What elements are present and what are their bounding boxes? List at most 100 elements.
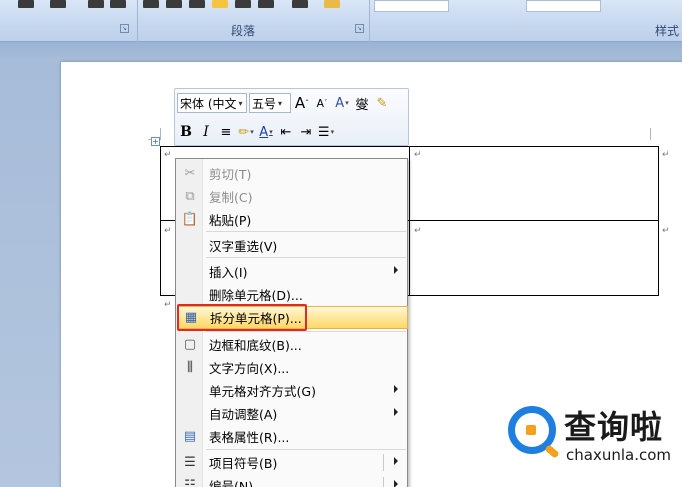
bullets-button[interactable]: ☰ ▾ [317, 122, 335, 142]
menu-separator [206, 231, 406, 232]
menu-item-text-direction[interactable]: ⫼ 文字方向(X)... [177, 356, 408, 379]
watermark: 查询啦 chaxunla.com [508, 400, 680, 470]
line-spacing-icon[interactable] [258, 0, 274, 8]
chevron-down-icon: ▾ [330, 128, 335, 136]
shading-icon[interactable] [292, 0, 308, 8]
menu-item-label: 自动调整(A) [209, 407, 278, 422]
shrink-font-button[interactable]: Aˇ [313, 93, 331, 113]
decrease-indent-icon: ⇤ [280, 124, 292, 140]
menu-separator [206, 257, 406, 258]
bold-button[interactable]: B [177, 122, 195, 142]
menu-item-borders-shading[interactable]: ▢ 边框和底纹(B)... [177, 333, 408, 356]
paste-icon: 📋 [181, 212, 199, 227]
chevron-down-icon: ▾ [250, 128, 254, 136]
style-gallery-item[interactable] [374, 0, 449, 12]
copy-icon: ⧉ [185, 189, 195, 204]
paragraph-dialog-launcher-icon[interactable]: ↘ [355, 24, 364, 33]
align-left-icon[interactable] [143, 0, 159, 8]
italic-button[interactable]: I [197, 122, 215, 142]
center-button[interactable]: ≡ [217, 122, 235, 142]
grow-font-button[interactable]: Aˆ [293, 93, 311, 113]
table-move-handle-icon[interactable]: + [151, 137, 160, 146]
mini-toolbar-row: B I ≡ ✏ ▾ A ▾ ⇤ ⇥ ☰ ▾ [177, 120, 337, 144]
menu-item-paste[interactable]: 📋 粘贴(P) [177, 208, 408, 231]
chevron-down-icon: ▾ [345, 99, 349, 107]
menu-item-cell-alignment[interactable]: 单元格对齐方式(G) [177, 379, 408, 402]
menu-item-label: 边框和底纹(B)... [209, 338, 302, 353]
chevron-down-icon: ▾ [278, 98, 283, 108]
font-size-combo[interactable]: 五号 ▾ [249, 93, 291, 113]
menu-item-numbering[interactable]: ☷ 编号(N) [177, 474, 408, 487]
format-painter-icon: ✎ [376, 95, 388, 111]
menu-item-label: 复制(C) [209, 190, 253, 205]
menu-item-cut[interactable]: ✂ 剪切(T) [177, 162, 408, 185]
font-color-icon[interactable] [18, 0, 34, 8]
menu-item-label: 粘贴(P) [209, 213, 252, 228]
paragraph-mark-icon: ↵ [662, 226, 670, 236]
styles-group-label: 样式 [655, 24, 680, 38]
ribbon: ↘ ↘ 段落 样式 [0, 0, 682, 42]
caret-up-icon: ˆ [305, 98, 310, 108]
paragraph-group-label: 段落 [231, 24, 256, 38]
empty-icon [177, 379, 203, 402]
menu-item-label: 删除单元格(D)... [209, 288, 303, 303]
menu-item-autofit[interactable]: 自动调整(A) [177, 402, 408, 425]
phonetic-icon[interactable] [88, 0, 104, 8]
style-gallery-item[interactable] [526, 0, 601, 12]
brand-logo-icon [508, 406, 556, 454]
font-name-value: 宋体 (中文 [180, 96, 237, 111]
styles-button[interactable]: A ▾ [333, 93, 351, 113]
enclosed-char-icon[interactable] [110, 0, 126, 8]
format-painter-button[interactable]: ✎ [373, 93, 391, 113]
submenu-arrow-icon [394, 457, 398, 465]
menu-item-label: 插入(I) [209, 265, 248, 280]
phonetic-guide-button[interactable]: 燮 [353, 93, 371, 113]
align-right-icon[interactable] [189, 0, 205, 8]
menu-item-label: 编号(N) [209, 479, 254, 487]
justify-icon[interactable] [212, 0, 228, 8]
distributed-icon[interactable] [235, 0, 251, 8]
chevron-down-icon: ▾ [269, 128, 273, 136]
menu-item-delete-cells[interactable]: 删除单元格(D)... [177, 283, 408, 306]
ribbon-group-separator [137, 0, 138, 42]
highlighter-icon: ✏ [238, 124, 250, 140]
ribbon-icon-row [0, 0, 360, 16]
menu-item-bullets[interactable]: ☰ 项目符号(B) [177, 451, 408, 474]
submenu-arrow-icon [394, 266, 398, 274]
watermark-brand: 查询啦 [564, 408, 664, 446]
scissors-icon: ✂ [184, 166, 196, 181]
table-properties-icon: ▤ [183, 429, 197, 444]
menu-item-table-properties[interactable]: ▤ 表格属性(R)... [177, 425, 408, 448]
numbering-icon: ☷ [184, 478, 196, 487]
increase-indent-button[interactable]: ⇥ [297, 122, 315, 142]
menu-item-insert[interactable]: 插入(I) [177, 260, 408, 283]
font-name-combo[interactable]: 宋体 (中文 ▾ [177, 93, 247, 113]
menu-separator [206, 449, 406, 450]
font-size-value: 五号 [252, 96, 277, 111]
menu-item-label: 项目符号(B) [209, 456, 278, 471]
caret-down-icon: ˇ [324, 99, 328, 107]
menu-item-label: 表格属性(R)... [209, 430, 290, 445]
paragraph-mark-icon: ↵ [164, 150, 172, 160]
margin-mark [160, 128, 161, 140]
menu-item-label: 文字方向(X)... [209, 361, 290, 376]
highlight-button[interactable]: ✏ ▾ [237, 122, 255, 142]
borders-icon: ▢ [183, 337, 197, 352]
align-center-icon[interactable] [166, 0, 182, 8]
margin-mark [650, 128, 651, 140]
paragraph-mark-icon: ↵ [414, 226, 422, 236]
font-dialog-launcher-icon[interactable]: ↘ [120, 24, 129, 33]
empty-icon [177, 260, 203, 283]
menu-item-reconvert[interactable]: 汉字重选(V) [177, 234, 408, 257]
grow-font-icon: A [294, 94, 306, 112]
decrease-indent-button[interactable]: ⇤ [277, 122, 295, 142]
paragraph-mark-icon: ↵ [662, 150, 670, 160]
char-border-icon[interactable] [50, 0, 66, 8]
menu-item-copy[interactable]: ⧉ 复制(C) [177, 185, 408, 208]
font-color-icon: A [259, 124, 269, 140]
font-color-button[interactable]: A ▾ [257, 122, 275, 142]
text-direction-icon: ⫼ [187, 360, 193, 375]
bullets-icon: ☰ [317, 124, 330, 140]
menu-item-label: 单元格对齐方式(G) [209, 384, 316, 399]
borders-icon[interactable] [324, 0, 340, 8]
